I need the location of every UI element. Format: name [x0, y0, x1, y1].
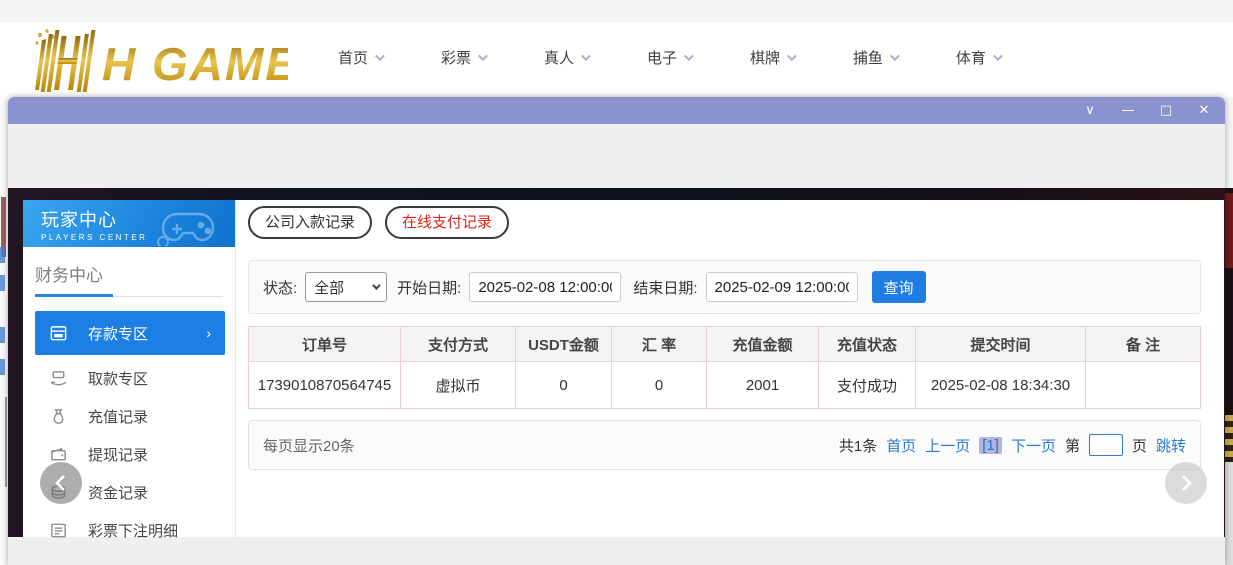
jump-action-link[interactable]: 跳转 [1156, 435, 1186, 456]
window-content-backdrop: 玩家中心 PLAYERS CENTER 财务中心 [8, 188, 1225, 537]
list-icon [49, 521, 68, 540]
withdraw-hand-icon [49, 369, 68, 388]
site-logo[interactable]: H GAME [30, 26, 288, 97]
chevron-down-icon [581, 51, 591, 61]
page-size-text: 每页显示20条 [263, 435, 355, 456]
jump-suffix-label: 页 [1132, 435, 1147, 456]
cell-exchange-rate: 0 [612, 362, 707, 409]
window-collapse-button[interactable]: ∨ [1083, 104, 1097, 117]
end-date-input[interactable] [706, 272, 858, 302]
status-label: 状态: [263, 277, 297, 298]
nav-item-cards[interactable]: 棋牌 [750, 47, 794, 68]
sidebar-header: 玩家中心 PLAYERS CENTER [23, 200, 235, 247]
window-top-spacer [8, 124, 1225, 188]
chevron-down-icon [684, 51, 694, 61]
cell-submit-time: 2025-02-08 18:34:30 [916, 362, 1086, 409]
payment-records-table: 订单号 支付方式 USDT金额 汇 率 充值金额 充值状态 提交时间 备 注 1 [248, 326, 1201, 409]
chevron-right-icon: › [206, 325, 211, 341]
window-minimize-button[interactable]: — [1121, 104, 1135, 117]
col-submit-time: 提交时间 [916, 327, 1086, 362]
col-payment-method: 支付方式 [401, 327, 516, 362]
chevron-left-icon [53, 473, 69, 493]
col-usdt-amount: USDT金额 [516, 327, 612, 362]
tab-online-payment-records[interactable]: 在线支付记录 [385, 206, 509, 239]
start-date-input[interactable] [469, 272, 621, 302]
background-page-left-edge [0, 97, 8, 565]
start-date-label: 开始日期: [397, 277, 461, 298]
sidebar-item-lottery-bet-details[interactable]: 彩票下注明细 [23, 511, 235, 549]
cell-order-no: 1739010870564745 [249, 362, 401, 409]
window-titlebar[interactable]: ∨ — □ ✕ [8, 97, 1225, 124]
end-date-label: 结束日期: [633, 277, 697, 298]
gamepad-icon [155, 204, 225, 246]
next-page-link[interactable]: 下一页 [1011, 435, 1056, 456]
players-center-window: ∨ — □ ✕ 玩家中心 PLAYERS CENTER [8, 97, 1225, 565]
jump-prefix-label: 第 [1065, 435, 1080, 456]
cell-payment-method: 虚拟币 [401, 362, 516, 409]
sidebar-item-recharge-records[interactable]: 充值记录 [23, 397, 235, 435]
window-maximize-button[interactable]: □ [1159, 104, 1173, 117]
sidebar-section-title: 财务中心 [35, 261, 235, 286]
cell-recharge-status: 支付成功 [819, 362, 916, 409]
nav-item-sports[interactable]: 体育 [956, 47, 1000, 68]
carousel-left-arrow[interactable] [40, 462, 82, 504]
main-navigation: 首页 彩票 真人 电子 棋牌 捕鱼 体育 [338, 22, 1000, 92]
nav-item-fishing[interactable]: 捕鱼 [853, 47, 897, 68]
page-top-strip [0, 0, 1233, 22]
window-close-button[interactable]: ✕ [1197, 104, 1211, 117]
tab-company-deposit-records[interactable]: 公司入款记录 [248, 206, 372, 239]
cell-recharge-amount: 2001 [707, 362, 819, 409]
chevron-down-icon [375, 51, 385, 61]
nav-item-slots[interactable]: 电子 [647, 47, 691, 68]
col-recharge-status: 充值状态 [819, 327, 916, 362]
site-header: H GAME 首页 彩票 真人 电子 棋牌 捕鱼 体育 [0, 22, 1233, 97]
query-button[interactable]: 查询 [872, 271, 926, 303]
chevron-down-icon [787, 51, 797, 61]
sidebar-section-divider [35, 294, 223, 297]
sidebar-item-withdraw-zone[interactable]: 取款专区 [23, 359, 235, 397]
nav-item-lottery[interactable]: 彩票 [441, 47, 485, 68]
cell-remark [1086, 362, 1201, 409]
filter-bar: 状态: 全部 开始日期: 结束日期: 查询 [248, 260, 1201, 314]
background-page-right-edge [1225, 97, 1233, 565]
hh-game-logo-graphic: H GAME [30, 26, 288, 92]
chevron-right-icon [1178, 473, 1194, 493]
col-order-no: 订单号 [249, 327, 401, 362]
carousel-right-arrow[interactable] [1165, 462, 1207, 504]
nav-item-live[interactable]: 真人 [544, 47, 588, 68]
wallet-icon [49, 445, 68, 464]
chevron-down-icon [993, 51, 1003, 61]
table-row: 1739010870564745 虚拟币 0 0 2001 支付成功 2025-… [249, 362, 1201, 409]
select-caret-icon [372, 281, 380, 289]
status-select-value: 全部 [314, 277, 344, 298]
svg-text:H GAME: H GAME [102, 38, 288, 90]
nav-item-home[interactable]: 首页 [338, 47, 382, 68]
chevron-down-icon [478, 51, 488, 61]
table-header-row: 订单号 支付方式 USDT金额 汇 率 充值金额 充值状态 提交时间 备 注 [249, 327, 1201, 362]
col-recharge-amount: 充值金额 [707, 327, 819, 362]
first-page-link[interactable]: 首页 [886, 435, 916, 456]
sidebar-item-deposit-zone[interactable]: 存款专区 › [35, 311, 225, 355]
page-jump-input[interactable] [1089, 434, 1123, 456]
deposit-card-icon [49, 324, 68, 343]
chevron-down-icon [890, 51, 900, 61]
status-select[interactable]: 全部 [305, 272, 387, 302]
total-count-text: 共1条 [839, 435, 877, 456]
current-page-indicator: [1] [979, 437, 1002, 454]
cell-usdt-amount: 0 [516, 362, 612, 409]
pagination-controls: 共1条 首页 上一页 [1] 下一页 第 页 跳转 [839, 434, 1186, 456]
moneybag-icon [49, 407, 68, 426]
col-exchange-rate: 汇 率 [612, 327, 707, 362]
records-main-area: 公司入款记录 在线支付记录 状态: 全部 开始日期: 结束日期: 查询 [236, 200, 1224, 537]
pagination-bar: 每页显示20条 共1条 首页 上一页 [1] 下一页 第 页 跳转 [248, 420, 1201, 470]
col-remark: 备 注 [1086, 327, 1201, 362]
players-center-panel: 玩家中心 PLAYERS CENTER 财务中心 [23, 200, 1223, 537]
prev-page-link[interactable]: 上一页 [925, 435, 970, 456]
record-tabs: 公司入款记录 在线支付记录 [248, 206, 1201, 239]
